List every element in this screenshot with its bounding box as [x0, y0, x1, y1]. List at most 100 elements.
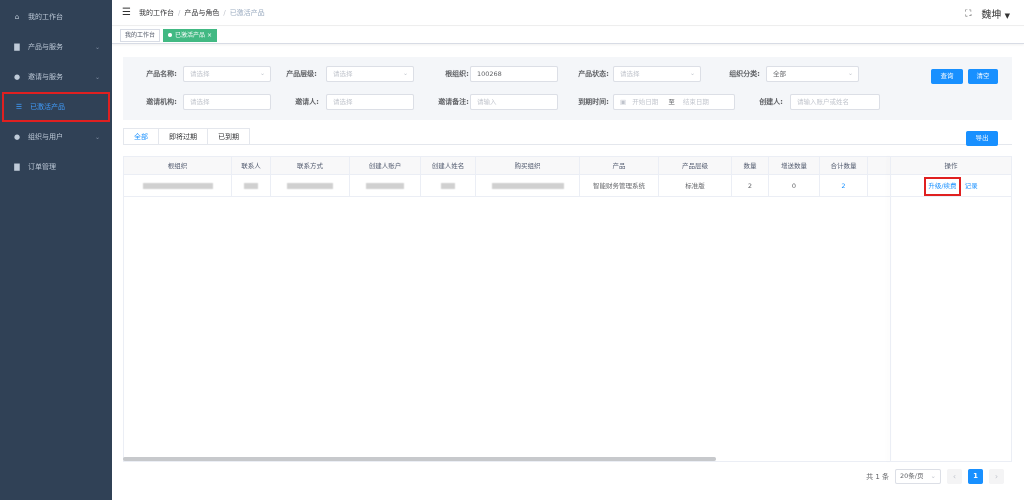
- product-level-label: 产品层级:: [286, 70, 317, 78]
- cell-product: 智能财务管理系统: [580, 175, 659, 197]
- user-icon: ●: [13, 73, 21, 81]
- top-navbar: ☰ 我的工作台 / 产品与角色 / 已激活产品 ⛶ 魏坤 ▼: [112, 0, 1024, 26]
- product-status-select[interactable]: 请选择 ⌄: [613, 66, 701, 82]
- total-count: 共 1 条: [866, 472, 889, 481]
- tag-workbench[interactable]: 我的工作台: [120, 28, 161, 42]
- sidebar-item-invite[interactable]: ● 邀请与服务 ⌄: [0, 62, 112, 92]
- folder-icon: ▇: [14, 43, 20, 51]
- cell-level: 标准版: [659, 175, 732, 197]
- cell-buyer-org: [476, 175, 580, 197]
- col-header: 数量: [732, 157, 769, 175]
- next-page-button[interactable]: ›: [989, 469, 1004, 484]
- inviter-select[interactable]: 请选择: [326, 94, 414, 110]
- inviter-label: 邀请人:: [295, 98, 319, 106]
- col-header: 创建人账户: [350, 157, 421, 175]
- tag-activated-products[interactable]: 已激活产品 ×: [163, 28, 217, 42]
- product-name-label: 产品名称:: [146, 70, 177, 78]
- sidebar-item-workbench[interactable]: ⌂ 我的工作台: [0, 2, 112, 32]
- org-category-select[interactable]: 全部 ⌄: [766, 66, 859, 82]
- col-header: 增送数量: [769, 157, 820, 175]
- cell-actions: 升级/续费 记录: [891, 175, 1011, 197]
- breadcrumb-item[interactable]: 产品与角色: [184, 9, 219, 17]
- cell-phone: [271, 175, 350, 197]
- col-header: 产品层级: [659, 157, 732, 175]
- user-icon: ●: [13, 133, 21, 141]
- tab-divider: [123, 144, 1012, 145]
- record-link[interactable]: 记录: [965, 182, 978, 190]
- root-org-label: 根组织:: [445, 70, 469, 78]
- close-icon[interactable]: ×: [207, 32, 212, 39]
- breadcrumb: 我的工作台 / 产品与角色 / 已激活产品: [138, 8, 265, 17]
- breadcrumb-item[interactable]: 我的工作台: [139, 9, 174, 17]
- tab-all[interactable]: 全部: [123, 128, 159, 145]
- col-header: 产品: [580, 157, 659, 175]
- sidebar-item-label: 已激活产品: [30, 103, 65, 111]
- col-header: 根组织: [124, 157, 232, 175]
- chevron-down-icon: ⌄: [94, 43, 100, 51]
- export-button[interactable]: 导出: [966, 131, 998, 146]
- sidebar: ⌂ 我的工作台 ▇ 产品与服务 ⌄ ● 邀请与服务 ⌄ ☰ 已激活产品 ● 组织…: [0, 0, 112, 500]
- product-level-select[interactable]: 请选择 ⌄: [326, 66, 414, 82]
- fullscreen-icon[interactable]: ⛶: [965, 9, 971, 19]
- invite-note-label: 邀请备注:: [438, 98, 469, 106]
- creator-input[interactable]: 请输入账户或姓名: [790, 94, 880, 110]
- expire-date-range[interactable]: ▣ 开始日期 至 结束日期: [613, 94, 735, 110]
- sidebar-item-label: 邀请与服务: [28, 73, 63, 81]
- products-table: 根组织 联系人 联系方式 创建人账户 创建人姓名 购买组织 产品 产品层级 数量…: [123, 156, 1012, 462]
- expire-time-label: 到期时间:: [578, 98, 609, 106]
- filter-panel: 产品名称: 请选择 ⌄ 产品层级: 请选择 ⌄ 根组织: 100268 产品状态: …: [123, 57, 1012, 120]
- tags-view: 我的工作台 已激活产品 ×: [112, 27, 1024, 44]
- cell-creator-account: [350, 175, 421, 197]
- caret-down-icon: ▼: [1004, 12, 1010, 20]
- sidebar-item-orders[interactable]: ▇ 订单管理: [0, 152, 112, 182]
- creator-label: 创建人:: [759, 98, 783, 106]
- sidebar-item-label: 订单管理: [28, 163, 56, 171]
- page-number-current[interactable]: 1: [968, 469, 983, 484]
- invite-note-input[interactable]: 请输入: [470, 94, 558, 110]
- cell-total-qty[interactable]: 2: [820, 175, 868, 197]
- status-tabs: 全部 即将过期 已到期: [123, 128, 250, 145]
- home-icon: ⌂: [14, 13, 20, 21]
- invite-org-select[interactable]: 请选择: [183, 94, 271, 110]
- tab-expiring[interactable]: 即将过期: [159, 128, 208, 145]
- cell-creator-name: [421, 175, 476, 197]
- sidebar-item-label: 组织与用户: [28, 133, 63, 141]
- chevron-down-icon: ⌄: [847, 70, 853, 77]
- cell-gift-qty: 0: [769, 175, 820, 197]
- chevron-down-icon: ⌄: [930, 472, 936, 480]
- page-size-select[interactable]: 20条/页 ⌄: [895, 469, 941, 484]
- sidebar-item-activated-products[interactable]: ☰ 已激活产品: [2, 92, 110, 122]
- col-header: 合计数量: [820, 157, 868, 175]
- chevron-down-icon: ⌄: [94, 73, 100, 81]
- horizontal-scrollbar[interactable]: [123, 457, 716, 461]
- col-header: 创建人姓名: [421, 157, 476, 175]
- sidebar-item-org-users[interactable]: ● 组织与用户 ⌄: [0, 122, 112, 152]
- folder-icon: ▇: [14, 163, 20, 171]
- chevron-down-icon: ⌄: [259, 70, 265, 77]
- sidebar-item-label: 我的工作台: [28, 13, 63, 21]
- root-org-input[interactable]: 100268: [470, 66, 558, 82]
- fixed-column-divider: [890, 156, 891, 462]
- query-button[interactable]: 查询: [931, 69, 963, 84]
- prev-page-button[interactable]: ‹: [947, 469, 962, 484]
- col-header: 联系人: [232, 157, 271, 175]
- product-status-label: 产品状态:: [578, 70, 609, 78]
- pagination: 共 1 条 20条/页 ⌄ ‹ 1 ›: [866, 469, 1004, 484]
- user-name[interactable]: 魏坤 ▼: [981, 6, 1010, 21]
- cell-contact: [232, 175, 271, 197]
- cell-root-org: [124, 175, 232, 197]
- hamburger-icon[interactable]: ☰: [122, 7, 131, 18]
- sidebar-item-products[interactable]: ▇ 产品与服务 ⌄: [0, 32, 112, 62]
- calendar-icon: ▣: [620, 98, 627, 106]
- breadcrumb-current: 已激活产品: [229, 8, 265, 17]
- list-icon: ☰: [15, 103, 23, 111]
- col-header: 购买组织: [476, 157, 580, 175]
- upgrade-renew-link[interactable]: 升级/续费: [924, 177, 961, 196]
- chevron-down-icon: ⌄: [94, 133, 100, 141]
- sidebar-item-label: 产品与服务: [28, 43, 63, 51]
- table-header: 根组织 联系人 联系方式 创建人账户 创建人姓名 购买组织 产品 产品层级 数量…: [124, 157, 1011, 175]
- product-name-select[interactable]: 请选择 ⌄: [183, 66, 271, 82]
- clear-button[interactable]: 清空: [968, 69, 998, 84]
- tab-expired[interactable]: 已到期: [208, 128, 250, 145]
- col-header: 联系方式: [271, 157, 350, 175]
